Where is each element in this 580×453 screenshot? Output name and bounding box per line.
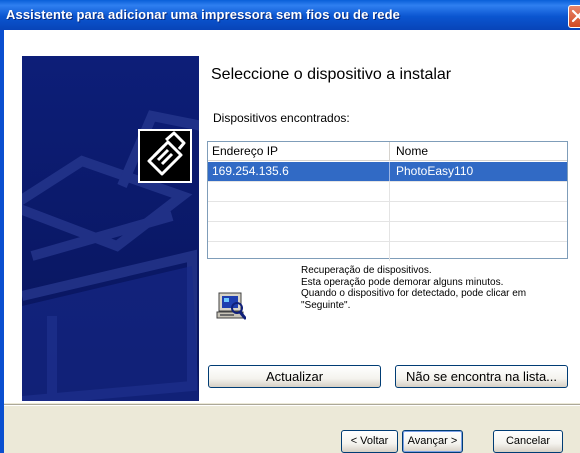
table-row-empty — [208, 242, 567, 262]
table-row-empty — [208, 202, 567, 222]
not-in-list-button[interactable]: Não se encontra na lista... — [395, 365, 568, 388]
title-bar: Assistente para adicionar uma impressora… — [0, 0, 580, 31]
recovery-line: Recuperação de dispositivos. — [301, 265, 432, 276]
recovery-line: "Seguinte". — [301, 299, 351, 311]
footer-separator — [4, 404, 580, 406]
devices-found-label: Dispositivos encontrados: — [213, 111, 350, 125]
column-header-name[interactable]: Nome — [390, 142, 567, 161]
device-list[interactable]: Endereço IP Nome 169.254.135.6 PhotoEasy… — [207, 141, 568, 262]
table-row-empty — [208, 182, 567, 202]
back-button[interactable]: < Voltar — [341, 430, 398, 453]
cancel-button[interactable]: Cancelar — [493, 430, 563, 453]
printer-icon — [138, 129, 192, 183]
column-header-ip[interactable]: Endereço IP — [208, 142, 390, 161]
window-title: Assistente para adicionar uma impressora… — [6, 7, 400, 22]
close-button[interactable] — [568, 5, 580, 28]
close-icon — [571, 9, 580, 23]
watermark-printer-graphic — [22, 56, 199, 401]
computer-search-icon — [216, 291, 247, 324]
recovery-line: Quando o dispositivo for detectado, pode… — [301, 288, 527, 299]
recovery-message: Recuperação de dispositivos. Esta operaç… — [301, 265, 571, 311]
device-ip: 169.254.135.6 — [208, 162, 390, 181]
next-button[interactable]: Avançar > — [402, 430, 463, 453]
refresh-button[interactable]: Actualizar — [208, 365, 381, 388]
table-row-empty — [208, 222, 567, 242]
page-title: Seleccione o dispositivo a instalar — [211, 66, 452, 83]
table-row[interactable]: 169.254.135.6 PhotoEasy110 — [208, 162, 567, 182]
device-name: PhotoEasy110 — [396, 164, 474, 178]
wizard-side-graphic — [22, 56, 199, 401]
device-list-header: Endereço IP Nome — [208, 142, 567, 162]
recovery-line: Esta operação pode demorar alguns minuto… — [301, 276, 504, 288]
